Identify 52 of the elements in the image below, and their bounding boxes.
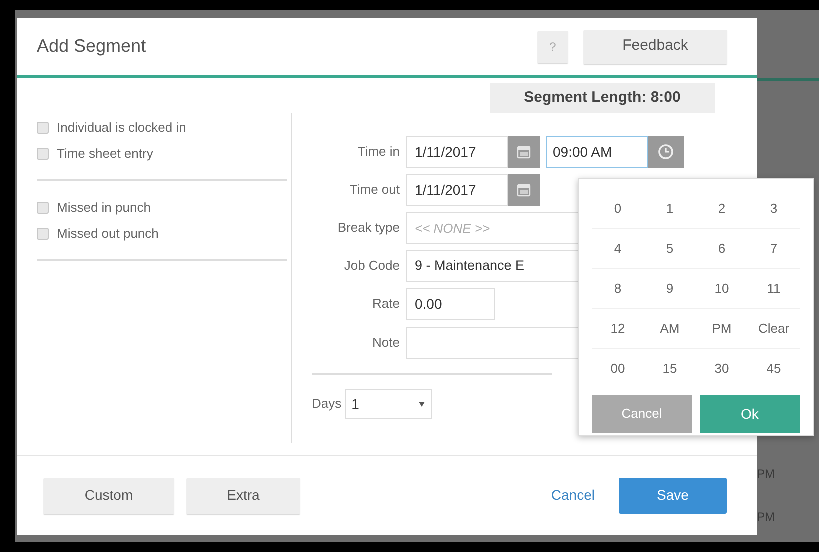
footer-button[interactable]: Custom <box>44 478 174 514</box>
save-button[interactable]: Save <box>619 478 727 514</box>
checkbox[interactable] <box>37 228 49 240</box>
picker-key[interactable]: 12 <box>592 309 644 348</box>
clock-icon <box>658 144 674 160</box>
picker-key[interactable]: 00 <box>592 349 644 389</box>
picker-key[interactable]: 11 <box>748 269 800 308</box>
dialog-title: Add Segment <box>37 35 148 58</box>
field-label: Days <box>312 395 343 414</box>
days-select[interactable]: 1 <box>344 389 432 419</box>
checkbox-label: Missed out punch <box>57 225 159 244</box>
checkbox-label: Time sheet entry <box>57 145 154 164</box>
feedback-button[interactable]: Feedback <box>584 30 727 64</box>
field-label: Job Code <box>343 257 401 276</box>
time-field[interactable]: 09:00 AM <box>546 136 648 168</box>
picker-key[interactable]: 45 <box>748 349 800 389</box>
calendar-button[interactable] <box>508 174 540 206</box>
calendar-button[interactable] <box>508 136 540 168</box>
picker-key[interactable]: 15 <box>644 349 696 389</box>
date-field[interactable]: 1/11/2017 <box>406 174 508 206</box>
checkbox[interactable] <box>37 148 49 160</box>
cancel-link[interactable]: Cancel <box>551 485 595 506</box>
picker-key[interactable]: 10 <box>696 269 748 308</box>
footer-button[interactable]: Extra <box>187 478 300 514</box>
picker-key[interactable]: 1 <box>644 189 696 228</box>
picker-key[interactable]: 5 <box>644 229 696 268</box>
field-label: Rate <box>372 295 401 314</box>
picker-key[interactable]: PM <box>696 309 748 348</box>
checkbox[interactable] <box>37 122 49 134</box>
checkbox-label: Individual is clocked in <box>57 119 186 138</box>
picker-ok-button[interactable]: Ok <box>700 395 800 433</box>
checkbox[interactable] <box>37 202 49 214</box>
picker-key[interactable]: 7 <box>748 229 800 268</box>
checkbox-label: Missed in punch <box>57 199 151 218</box>
rate-field[interactable]: 0.00 <box>406 288 495 320</box>
picker-key[interactable]: 6 <box>696 229 748 268</box>
picker-key[interactable]: 9 <box>644 269 696 308</box>
clock-button[interactable] <box>648 136 684 168</box>
dropdown-arrow-icon <box>418 402 425 406</box>
segment-length: Segment Length: 8:00 <box>490 83 715 113</box>
field-label: Note <box>372 334 401 352</box>
picker-key[interactable]: 2 <box>696 189 748 228</box>
picker-key[interactable]: AM <box>644 309 696 348</box>
date-field[interactable]: 1/11/2017 <box>406 136 508 168</box>
picker-key[interactable]: Clear <box>748 309 800 348</box>
calendar-icon <box>517 183 531 197</box>
picker-key[interactable]: 3 <box>748 189 800 228</box>
picker-key[interactable]: 30 <box>696 349 748 389</box>
field-label: Time out <box>348 181 401 200</box>
calendar-icon <box>517 145 531 159</box>
field-label: Time in <box>356 143 401 162</box>
field-label: Break type <box>336 219 401 238</box>
